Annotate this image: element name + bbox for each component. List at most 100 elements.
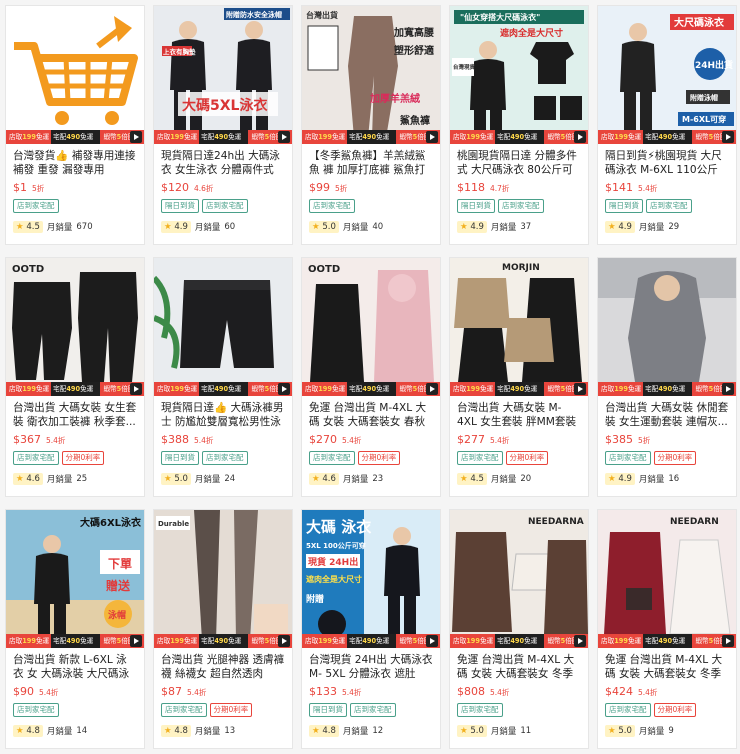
product-card[interactable]: 店取199免運 宅配490免運 蝦幣5倍回饋 台灣出貨 大碼女裝 休閒套 裝 女… <box>597 257 737 497</box>
product-image[interactable]: 店取199免運 宅配490免運 蝦幣5倍回饋 <box>154 258 292 396</box>
product-card[interactable]: 大碼6XL泳衣下單贈送泳帽 店取199免運 宅配490免運 蝦幣5倍回饋 台灣出… <box>5 509 145 749</box>
product-image[interactable]: 附贈防水安全泳帽 上衣有胸墊 大碼5XL泳衣 店取199免運 宅配490免運 蝦幣5… <box>154 6 292 144</box>
product-image[interactable]: 台灣出貨 加寬高腰 塑形舒適 加厚羊羔絨 鯊魚褲 店取199免運 宅配490免運 蝦幣5… <box>302 6 440 144</box>
product-card[interactable]: OOTD 店取199免運 宅配490免運 蝦幣5倍回饋 免運 台灣出貨 M-4X… <box>301 257 441 497</box>
product-card[interactable]: 店取199免運 宅配490免運 蝦幣5倍回饋 現貨隔日達👍 大碼泳褲男士 防尷尬… <box>153 257 293 497</box>
image-caption: 上衣有胸墊 <box>163 47 196 56</box>
promo-pickup: 店取199免運 <box>154 634 200 648</box>
promo-home: 宅配490免運 <box>643 634 693 648</box>
video-play-icon[interactable] <box>278 383 290 395</box>
promo-home: 宅配490免運 <box>495 382 545 396</box>
product-image[interactable]: 店取199免運 宅配490免運 蝦幣5倍回饋 <box>598 258 736 396</box>
product-card[interactable]: 台灣出貨 加寬高腰 塑形舒適 加厚羊羔絨 鯊魚褲 店取199免運 宅配490免運 蝦幣5… <box>301 5 441 245</box>
product-title[interactable]: 台灣發貨👍 補發專用連接 補發 重發 漏發專用 <box>13 149 137 177</box>
product-card[interactable]: NEEDARN 店取199免運 宅配490免運 蝦幣5倍回饋 免運 台灣出貨 M… <box>597 509 737 749</box>
product-title[interactable]: 桃園現貨隔日達 分體多件式 大尺碼泳衣 80公斤可穿... <box>457 149 581 177</box>
product-image[interactable]: NEEDARN 店取199免運 宅配490免運 蝦幣5倍回饋 <box>598 510 736 648</box>
promo-home: 宅配490免運 <box>347 382 397 396</box>
product-card[interactable]: "仙女穿搭大尺碼泳衣" 遮肉全是大尺寸 台灣現貨 店取199免運 宅配490免運 蝦… <box>449 5 589 245</box>
product-card[interactable]: NEEDARNA 店取199免運 宅配490免運 蝦幣5倍回饋 免運 台灣出貨 … <box>449 509 589 749</box>
star-icon: ★ <box>608 474 616 484</box>
product-image[interactable]: OOTD 店取199免運 宅配490免運 蝦幣5倍回饋 <box>302 258 440 396</box>
video-play-icon[interactable] <box>722 383 734 395</box>
sold-label: 月銷量 <box>342 727 369 737</box>
sold-count: 11 <box>520 726 532 736</box>
product-image[interactable]: 大碼 泳衣 5XL 100公斤可穿 現貨 24H出 遮肉全是大尺寸 附贈 店取199免運… <box>302 510 440 648</box>
video-play-icon[interactable] <box>426 131 438 143</box>
product-photo <box>6 6 144 144</box>
product-card[interactable]: MORJIN 店取199免運 宅配490免運 蝦幣5倍回饋 台灣出貨 大碼女裝 … <box>449 257 589 497</box>
product-image[interactable]: OOTD 店取199免運 宅配490免運 蝦幣5倍回饋 <box>6 258 144 396</box>
product-title[interactable]: 免運 台灣出貨 M-4XL 大碼 女裝 大碼套裝女 春秋季... <box>309 401 433 429</box>
product-card[interactable]: Durable 店取199免運 宅配490免運 蝦幣5倍回饋 台灣出貨 光腿神器… <box>153 509 293 749</box>
product-image[interactable]: "仙女穿搭大尺碼泳衣" 遮肉全是大尺寸 台灣現貨 店取199免運 宅配490免運 蝦… <box>450 6 588 144</box>
image-caption: 大碼 泳衣 <box>306 518 371 536</box>
sold-count: 25 <box>76 474 88 484</box>
product-card[interactable]: 大碼 泳衣 5XL 100公斤可穿 現貨 24H出 遮肉全是大尺寸 附贈 店取199免運… <box>301 509 441 749</box>
discount-badge: 5.4折 <box>490 436 510 445</box>
video-play-icon[interactable] <box>574 635 586 647</box>
product-title[interactable]: 免運 台灣出貨 M-4XL 大碼 女裝 大碼套裝女 冬季套... <box>605 653 729 681</box>
product-title[interactable]: 現貨隔日達24h出 大碼泳衣 女生泳衣 分體兩件式 泳... <box>161 149 285 177</box>
product-photo: 台灣出貨加寬高腰塑形舒適加厚羊羔絨鯊魚褲 <box>302 6 440 144</box>
video-play-icon[interactable] <box>574 131 586 143</box>
product-title[interactable]: 【冬季鯊魚褲】羊羔絨鯊魚 褲 加厚打底褲 鯊魚打底... <box>309 149 433 177</box>
promo-strip: 店取199免運 宅配490免運 蝦幣5倍回饋 <box>598 382 736 396</box>
sold-label: 月銷量 <box>46 475 73 485</box>
product-image[interactable]: Durable 店取199免運 宅配490免運 蝦幣5倍回饋 <box>154 510 292 648</box>
promo-strip: 店取199免運 宅配490免運 蝦幣5倍回饋 <box>302 382 440 396</box>
product-title[interactable]: 免運 台灣出貨 M-4XL 大碼 女裝 大碼套裝女 冬季套... <box>457 653 581 681</box>
product-meta: ★ 4.9 月銷量 37 <box>457 221 581 233</box>
product-image[interactable]: MORJIN 店取199免運 宅配490免運 蝦幣5倍回饋 <box>450 258 588 396</box>
image-caption: 加厚羊羔絨 <box>369 92 420 105</box>
price-value: $270 <box>309 433 337 446</box>
discount-badge: 4.7折 <box>490 184 510 193</box>
product-title[interactable]: 台灣出貨 大碼女裝 M-4XL 女生套裝 胖MM套裝 大碼... <box>457 401 581 429</box>
product-title[interactable]: 現貨隔日達👍 大碼泳褲男士 防尷尬雙層寬松男性泳褲 ... <box>161 401 285 429</box>
product-image[interactable]: 店取199免運 宅配490免運 蝦幣5倍回饋 <box>6 6 144 144</box>
product-tags: 店到家宅配 <box>13 199 137 213</box>
discount-badge: 5.4折 <box>39 688 59 697</box>
product-title[interactable]: 台灣出貨 光腿神器 透膚褲 襪 絲襪女 超自然透肉 秋... <box>161 653 285 681</box>
product-meta: ★ 5.0 月銷量 11 <box>457 725 581 737</box>
product-card[interactable]: OOTD 店取199免運 宅配490免運 蝦幣5倍回饋 台灣出貨 大碼女裝 女生… <box>5 257 145 497</box>
product-card[interactable]: 附贈防水安全泳帽 上衣有胸墊 大碼5XL泳衣 店取199免運 宅配490免運 蝦幣5… <box>153 5 293 245</box>
rating-badge: ★ 4.6 <box>309 473 339 485</box>
product-photo: 附贈防水安全泳帽上衣有胸墊大碼5XL泳衣 <box>154 6 292 144</box>
video-play-icon[interactable] <box>130 635 142 647</box>
video-play-icon[interactable] <box>426 383 438 395</box>
promo-pickup: 店取199免運 <box>6 130 52 144</box>
product-title[interactable]: 隔日到貨⚡桃園現貨 大尺 碼泳衣 M-6XL 110公斤可... <box>605 149 729 177</box>
product-card[interactable]: 大尺碼泳衣 24H出貨 附贈泳帽 M-6XL可穿 店取199免運 宅配490免運 蝦幣… <box>597 5 737 245</box>
video-play-icon[interactable] <box>130 131 142 143</box>
promo-home: 宅配490免運 <box>51 130 101 144</box>
product-card[interactable]: 店取199免運 宅配490免運 蝦幣5倍回饋 台灣發貨👍 補發專用連接 補發 重… <box>5 5 145 245</box>
product-title[interactable]: 台灣出貨 新款 L-6XL 泳衣 女 大碼泳裝 大尺碼泳衣 ... <box>13 653 137 681</box>
product-image[interactable]: 大碼6XL泳衣下單贈送泳帽 店取199免運 宅配490免運 蝦幣5倍回饋 <box>6 510 144 648</box>
price-value: $367 <box>13 433 41 446</box>
image-caption: 台灣出貨 <box>306 10 338 20</box>
product-title[interactable]: 台灣現貨 24H出 大碼泳衣 M- 5XL 分體泳衣 遮肚泳... <box>309 653 433 681</box>
rating-badge: ★ 4.5 <box>13 221 43 233</box>
product-image[interactable]: 大尺碼泳衣 24H出貨 附贈泳帽 M-6XL可穿 店取199免運 宅配490免運 蝦幣… <box>598 6 736 144</box>
video-play-icon[interactable] <box>278 131 290 143</box>
video-play-icon[interactable] <box>722 131 734 143</box>
video-play-icon[interactable] <box>278 635 290 647</box>
product-title[interactable]: 台灣出貨 大碼女裝 女生套 裝 衛衣加工裝褲 秋季套... <box>13 401 137 429</box>
product-title[interactable]: 台灣出貨 大碼女裝 休閒套 裝 女生運動套裝 連帽灰... <box>605 401 729 429</box>
discount-badge: 5折 <box>32 184 45 193</box>
product-meta: ★ 5.0 月銷量 24 <box>161 473 285 485</box>
video-play-icon[interactable] <box>722 635 734 647</box>
image-caption: NEEDARNA <box>528 517 584 527</box>
product-tag: 店到家宅配 <box>457 703 503 717</box>
rating-badge: ★ 5.0 <box>605 725 635 737</box>
video-play-icon[interactable] <box>426 635 438 647</box>
product-tag: 隔日到貨 <box>605 199 643 213</box>
rating-value: 4.6 <box>322 474 336 484</box>
image-caption: NEEDARN <box>670 517 719 527</box>
product-image[interactable]: NEEDARNA 店取199免運 宅配490免運 蝦幣5倍回饋 <box>450 510 588 648</box>
video-play-icon[interactable] <box>574 383 586 395</box>
video-play-icon[interactable] <box>130 383 142 395</box>
rating-badge: ★ 5.0 <box>161 473 191 485</box>
product-photo: OOTD <box>6 258 144 396</box>
